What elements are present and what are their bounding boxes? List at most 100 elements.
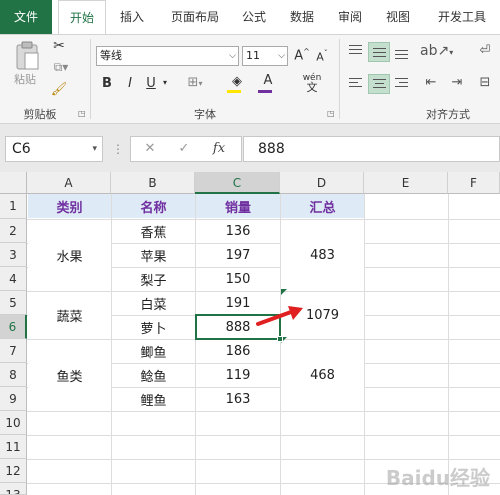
tab-file[interactable]: 文件 [0, 0, 52, 34]
cell-b8[interactable]: 鲶鱼 [112, 364, 195, 387]
align-left-button[interactable] [345, 74, 367, 94]
name-box[interactable]: C6 ▾ [5, 136, 103, 162]
more-options-icon: ⋮ [112, 142, 124, 156]
cell-b4[interactable]: 梨子 [112, 268, 195, 291]
row-header-10[interactable]: 10 [0, 411, 27, 435]
cell-b6[interactable]: 萝卜 [112, 316, 195, 339]
orientation-icon[interactable]: ab↗▾ [420, 43, 453, 59]
fill-color-swatch [227, 90, 241, 93]
select-all-corner[interactable] [0, 172, 27, 194]
wrap-text-icon[interactable]: ⏎ [474, 43, 496, 58]
middle-align-button[interactable] [368, 42, 390, 62]
paint-bucket-icon: ◈ [232, 74, 242, 89]
paste-label: 粘贴 [14, 73, 36, 86]
tab-formulas[interactable]: 公式 [232, 0, 276, 34]
align-right-button[interactable] [391, 74, 413, 94]
cell-b9[interactable]: 鲤鱼 [112, 388, 195, 411]
row-header-13[interactable]: 13 [0, 483, 27, 495]
formula-input[interactable]: 888 [243, 136, 500, 162]
font-color-swatch [258, 90, 272, 93]
cell-d2-merged[interactable]: 483 [281, 220, 364, 291]
font-size-combo[interactable]: 11 ⌵ [242, 46, 288, 66]
tab-data[interactable]: 数据 [280, 0, 324, 34]
row-header-5[interactable]: 5 [0, 291, 27, 315]
row-header-3[interactable]: 3 [0, 243, 27, 267]
cell-b7[interactable]: 鲫鱼 [112, 340, 195, 363]
cell-a1[interactable]: 类别 [28, 194, 111, 218]
format-painter-icon[interactable]: 🖌 [50, 82, 68, 100]
copy-icon[interactable]: ⧉▾ [50, 60, 72, 78]
font-color-button[interactable]: A [256, 73, 280, 95]
cell-a7-merged[interactable]: 鱼类 [28, 340, 111, 411]
cell-b5[interactable]: 白菜 [112, 292, 195, 315]
enter-icon[interactable]: ✓ [172, 136, 196, 162]
column-header-c[interactable]: C [195, 172, 280, 194]
cut-icon[interactable]: ✂ [50, 38, 68, 56]
decrease-indent-icon[interactable]: ⇤ [420, 75, 442, 90]
font-name-combo[interactable]: 等线 ⌵ [96, 46, 239, 66]
font-launcher-icon[interactable]: ◳ [327, 109, 335, 118]
borders-icon[interactable]: ⊞▾ [184, 75, 206, 93]
row-header-9[interactable]: 9 [0, 387, 27, 411]
row-header-6[interactable]: 6 [0, 315, 27, 339]
cell-c9[interactable]: 163 [196, 388, 280, 411]
ribbon-separator [90, 39, 91, 119]
tab-insert[interactable]: 插入 [110, 0, 154, 34]
cell-b1[interactable]: 名称 [112, 194, 195, 218]
row-header-7[interactable]: 7 [0, 339, 27, 363]
cell-d1[interactable]: 汇总 [281, 194, 364, 218]
alignment-group-label: 对齐方式 [426, 108, 470, 121]
tab-review[interactable]: 审阅 [328, 0, 372, 34]
bottom-align-button[interactable] [391, 42, 413, 62]
ribbon-tab-bar: 文件 开始 插入 页面布局 公式 数据 审阅 视图 开发工具 [0, 0, 500, 34]
cell-c8[interactable]: 119 [196, 364, 280, 387]
cell-c7[interactable]: 186 [196, 340, 280, 363]
tab-page-layout[interactable]: 页面布局 [160, 0, 230, 34]
cell-d7-merged[interactable]: 468 [281, 340, 364, 411]
bold-button[interactable]: B [100, 76, 114, 91]
column-header-e[interactable]: E [364, 172, 448, 194]
underline-button[interactable]: U [144, 76, 158, 91]
tab-view[interactable]: 视图 [376, 0, 420, 34]
merge-center-icon[interactable]: ⊟ [474, 75, 496, 90]
grow-font-label: A [294, 48, 304, 64]
font-size-value: 11 [246, 49, 260, 62]
fill-handle[interactable] [277, 336, 283, 342]
insert-function-button[interactable]: fx [206, 136, 232, 162]
row-header-12[interactable]: 12 [0, 459, 27, 483]
row-header-1[interactable]: 1 [0, 194, 27, 219]
cell-b3[interactable]: 苹果 [112, 244, 195, 267]
column-header-a[interactable]: A [27, 172, 111, 194]
phonetic-glyph-icon: 文 [306, 81, 318, 94]
cell-c3[interactable]: 197 [196, 244, 280, 267]
italic-button[interactable]: I [123, 76, 137, 91]
row-header-8[interactable]: 8 [0, 363, 27, 387]
grow-font-button[interactable]: A^ [294, 47, 310, 63]
chevron-down-icon[interactable]: ▾ [160, 78, 170, 87]
error-indicator-icon[interactable] [281, 289, 287, 295]
row-header-11[interactable]: 11 [0, 435, 27, 459]
font-name-value: 等线 [100, 49, 122, 62]
column-header-f[interactable]: F [448, 172, 500, 194]
increase-indent-icon[interactable]: ⇥ [446, 75, 468, 90]
cancel-icon[interactable]: ✕ [138, 136, 162, 162]
row-header-2[interactable]: 2 [0, 219, 27, 243]
fill-color-button[interactable]: ◈ [225, 74, 249, 94]
align-center-button[interactable] [368, 74, 390, 94]
shrink-font-button[interactable]: Aˇ [314, 49, 330, 64]
tab-home[interactable]: 开始 [58, 0, 106, 34]
cell-b2[interactable]: 香蕉 [112, 220, 195, 243]
row-header-4[interactable]: 4 [0, 267, 27, 291]
top-align-button[interactable] [345, 42, 367, 62]
chevron-down-icon: ⌵ [229, 51, 236, 61]
tab-developer[interactable]: 开发工具 [424, 0, 500, 34]
column-header-d[interactable]: D [280, 172, 364, 194]
clipboard-launcher-icon[interactable]: ◳ [78, 109, 86, 118]
cell-a2-merged[interactable]: 水果 [28, 220, 111, 291]
phonetic-button[interactable]: wén 文 [299, 73, 325, 95]
cell-c4[interactable]: 150 [196, 268, 280, 291]
cell-a5-merged[interactable]: 蔬菜 [28, 292, 111, 339]
cell-c2[interactable]: 136 [196, 220, 280, 243]
cell-c1[interactable]: 销量 [196, 194, 280, 218]
column-header-b[interactable]: B [111, 172, 195, 194]
